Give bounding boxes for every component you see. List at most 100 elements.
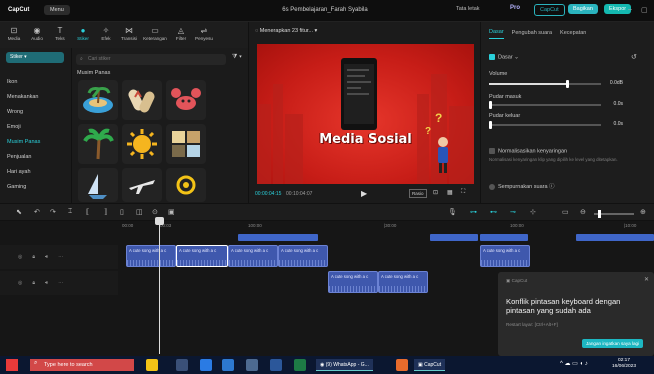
tab-dasar[interactable]: Dasar [489,29,504,39]
grid-icon[interactable]: ▦ [447,189,453,196]
files-icon[interactable] [396,359,408,371]
tool-captions[interactable]: ▭ Keterangan [142,23,168,47]
ratio-button[interactable]: Rasio [409,189,427,198]
sidebar-item-penjualan[interactable]: Penjualan [0,150,71,165]
overlay-clip[interactable] [238,234,318,241]
crop-icon[interactable]: ⊡ [433,189,438,196]
sticker-item[interactable] [122,168,162,202]
tray-icons[interactable]: ^ ☁ ▭ ◖ ♪ [560,360,588,367]
magnet-icon[interactable]: ⊷ [490,208,497,216]
sticker-dropdown[interactable]: Stiker ▾ [6,52,64,63]
audio-clip[interactable]: A cute song with a c [480,245,530,267]
sidebar-item-hari-ayah[interactable]: Hari ayah [0,165,71,180]
sticker-search-input[interactable]: Cari stiker [76,54,226,65]
adjust-tool-icon[interactable]: ▣ [168,208,175,216]
dont-remind-button[interactable]: Jangan ingatkan saya lagi [582,339,644,348]
minimize-icon[interactable]: – [628,6,632,13]
volume-icon[interactable]: 🔊︎ [45,254,48,260]
enhance-voice-toggle[interactable]: Sempurnakan suara ⓘ [489,182,555,190]
capcut-button[interactable]: CapCut [534,4,565,16]
taskbar-search-input[interactable]: Type here to search [30,359,134,371]
word-icon[interactable] [270,359,282,371]
split-right-icon[interactable]: ⟧ [104,208,107,216]
more-icon[interactable]: ⋯ [58,280,63,286]
fade-out-value[interactable]: 0.0s [605,121,623,127]
zoom-in-icon[interactable]: ⊕ [640,208,646,216]
link-main-icon[interactable]: ⊶ [470,208,477,216]
sidebar-item-menakankan[interactable]: Menakankan [0,90,71,105]
taskbar-clock[interactable]: 02:17 16/06/2023 [612,358,636,370]
zoom-slider[interactable] [594,210,634,218]
video-preview[interactable]: ? ? Media Sosial [257,44,474,184]
tool-transition[interactable]: ⋈ Transisi [119,23,139,47]
lock-icon[interactable]: 🔒︎ [32,254,35,260]
sticker-item[interactable] [166,168,206,202]
reset-icon[interactable]: ↺ [631,53,637,61]
tool-text[interactable]: T Teks [50,23,70,47]
playhead[interactable] [159,221,160,354]
overlay-clip[interactable] [576,234,654,241]
mic-icon[interactable]: 🎙 [448,208,457,216]
sticker-item[interactable] [78,80,118,120]
sticker-item[interactable] [166,124,206,164]
sidebar-item-gaming[interactable]: Gaming [0,180,71,195]
undo-icon[interactable]: ↶ [34,208,40,216]
task-view-icon[interactable] [176,359,188,371]
audio-clip[interactable]: A cute song with a c [228,245,278,267]
crop-tool-icon[interactable]: ⊙ [152,208,158,216]
preview-axis-icon[interactable]: ⊹ [530,208,536,216]
redo-icon[interactable]: ↷ [50,208,56,216]
link-icon[interactable]: ⊸ [510,208,516,216]
sidebar-item-ikon[interactable]: Ikon [0,75,71,90]
audio-clip[interactable]: A cute song with a c [378,271,428,293]
excel-icon[interactable] [294,359,306,371]
layout-button[interactable]: Tata letak [456,6,480,12]
fade-in-slider[interactable] [489,101,601,109]
sidebar-item-musim-panas[interactable]: Musim Panas [0,135,71,150]
playhead-handle-icon[interactable] [155,217,164,225]
store-icon[interactable] [246,359,258,371]
tab-pengubah-suara[interactable]: Pengubah suara [512,30,552,39]
tab-kecepatan[interactable]: Kecepatan [560,30,586,39]
audio-clip-selected[interactable]: A cute song with a c [176,245,228,267]
taskbar-whatsapp[interactable]: ◉ (9) WhatsApp - G... [316,359,373,371]
sticker-item[interactable] [78,124,118,164]
tool-sticker[interactable]: ● Stiker [73,23,93,47]
more-icon[interactable]: ⋯ [58,254,63,260]
select-tool-icon[interactable]: ⬉ [16,208,22,216]
share-button[interactable]: Bagikan [568,4,598,14]
windows-start-icon[interactable] [6,359,18,371]
fullscreen-icon[interactable]: ⛶ [461,189,465,196]
weather-icon[interactable] [146,359,158,371]
mail-icon[interactable] [222,359,234,371]
audio-clip[interactable]: A cute song with a c [328,271,378,293]
normalize-toggle[interactable]: Normalisasikan kenyaringan [489,148,567,154]
sidebar-item-emoji[interactable]: Emoji [0,120,71,135]
zoom-out-icon[interactable]: ▭ [562,208,569,216]
filter-icon[interactable]: ⧩ ▾ [232,54,242,61]
audio-clip[interactable]: A cute song with a c [126,245,176,267]
taskbar-capcut[interactable]: ▣ CapCut [414,359,446,371]
overlay-clip[interactable] [430,234,478,241]
zoom-fit-icon[interactable]: ⊖ [580,208,586,216]
shield-icon[interactable]: ◫ [136,208,143,216]
volume-slider[interactable] [489,80,601,88]
fade-in-value[interactable]: 0.0s [605,101,623,107]
time-ruler[interactable]: 00:00 00:03 100:00 |30:00 100:00 |10:00 [118,221,654,231]
fade-out-slider[interactable] [489,121,601,129]
pro-badge[interactable]: Pro [510,5,520,11]
lock-icon[interactable]: 🔒︎ [32,280,35,286]
basic-section-toggle[interactable]: Dasar ⌄ [489,54,519,60]
play-icon[interactable]: ▶ [361,189,367,198]
tool-audio[interactable]: ◉ Audio [27,23,47,47]
close-icon[interactable]: ✕ [644,276,649,283]
tool-effects[interactable]: ✧ Efek [96,23,116,47]
split-icon[interactable]: ⌶ [68,208,72,216]
tool-filter[interactable]: ◬ Filter [171,23,191,47]
tool-adjust[interactable]: ⇌ Penyesu [194,23,214,47]
tool-media[interactable]: ⊡ Media [4,23,24,47]
split-left-icon[interactable]: ⟦ [86,208,89,216]
audio-clip[interactable]: A cute song with a c [278,245,328,267]
edge-icon[interactable] [200,359,212,371]
sticker-item[interactable] [166,80,206,120]
